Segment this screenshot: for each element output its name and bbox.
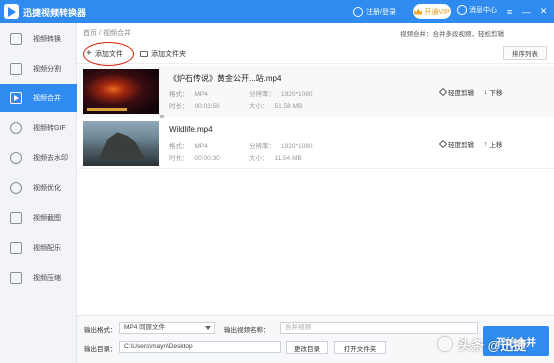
login-button[interactable]: 注册/登录 — [353, 5, 396, 18]
app-title: 迅捷视频转换器 — [23, 8, 87, 18]
open-folder-label: 打开文件夹 — [343, 345, 377, 353]
sidebar-item-video-screenshot[interactable]: 视频截图 — [0, 204, 77, 232]
output-dir-value: C:\Users\mayn\Desktop — [124, 343, 193, 350]
output-name-input[interactable]: 合并视频 — [280, 322, 478, 334]
sidebar-item-label: 视频合并 — [33, 95, 61, 102]
file-format: 格式： MP4 — [169, 143, 208, 150]
page-tip: 视频合并：合并多段视频，轻松剪辑 — [400, 31, 504, 38]
open-folder-button[interactable]: 打开文件夹 — [334, 341, 386, 354]
arrow-down-icon: ↓ — [484, 88, 488, 96]
highlight-circle — [83, 42, 134, 66]
message-label: 消息中心 — [469, 7, 497, 14]
folder-icon — [140, 50, 148, 57]
vip-button[interactable]: 开通VIP — [413, 4, 451, 19]
close-button[interactable]: ✕ — [537, 3, 550, 20]
output-format-label: 输出格式： — [84, 327, 117, 334]
file-resolution: 分辨率： 1920*1080 — [249, 143, 313, 150]
video-split-icon — [10, 63, 22, 75]
arrow-up-icon: ↑ — [484, 140, 488, 148]
scissors-icon — [438, 87, 448, 97]
sidebar-item-video-music[interactable]: 视频配乐 — [0, 234, 77, 262]
output-dir-field[interactable]: C:\Users\mayn\Desktop — [119, 341, 281, 353]
output-name-placeholder: 合并视频 — [285, 324, 311, 331]
move-up-button[interactable]: ↑ 上移 — [484, 139, 503, 150]
file-duration: 时长： 00:03:56 — [169, 103, 220, 110]
output-name-label: 输出视频名称： — [224, 327, 270, 334]
watermark-icon — [10, 152, 22, 164]
sort-label: 排序列表 — [512, 51, 538, 58]
sidebar-item-label: 视频优化 — [33, 185, 61, 192]
output-dir-label: 输出目录： — [84, 346, 117, 353]
sidebar-item-video-to-gif[interactable]: 视频转GIF — [0, 114, 77, 142]
user-icon — [353, 6, 363, 17]
sidebar-item-label: 视频转换 — [33, 36, 61, 43]
music-icon — [10, 242, 22, 254]
breadcrumb-home[interactable]: 首页 — [83, 30, 97, 37]
crown-icon — [414, 8, 423, 15]
video-merge-icon — [10, 92, 22, 104]
sidebar-item-remove-watermark[interactable]: 视频去水印 — [0, 144, 77, 172]
file-name: Wildlife.mp4 — [169, 125, 213, 134]
screenshot-icon — [10, 212, 22, 224]
output-format-select[interactable]: MP4 同原文件 — [119, 322, 215, 334]
close-icon: ✕ — [539, 6, 548, 16]
message-icon — [457, 5, 467, 15]
sidebar: 视频转换 视频分割 视频合并 视频转GIF 视频去水印 视频优化 视频截图 视频… — [0, 23, 77, 363]
login-label: 注册/登录 — [366, 8, 396, 16]
watermark-logo-icon — [438, 337, 452, 351]
breadcrumb-separator: / — [99, 30, 101, 37]
sidebar-item-video-compress[interactable]: 视频压缩 — [0, 264, 77, 292]
add-folder-label: 添加文件夹 — [151, 50, 186, 58]
sidebar-item-label: 视频转GIF — [33, 125, 66, 132]
file-size: 大小： 11.54 MB — [249, 155, 302, 162]
menu-icon: ≡ — [506, 6, 513, 17]
sort-list-button[interactable]: 排序列表 — [503, 46, 547, 60]
file-row[interactable]: Wildlife.mp4 格式： MP4 分辨率： 1920*1080 时长： 00:… — [79, 118, 554, 169]
file-row[interactable]: 《炉石传说》黄金公开...站.mp4 格式： MP4 分辨率： 1920*1080 … — [79, 66, 554, 117]
minimize-button[interactable]: — — [520, 3, 533, 20]
file-name: 《炉石传说》黄金公开...站.mp4 — [169, 74, 282, 83]
optimize-icon — [10, 182, 22, 194]
scissors-icon — [438, 139, 448, 149]
video-convert-icon — [10, 33, 22, 45]
vip-label: 开通VIP — [424, 8, 450, 16]
compress-icon — [10, 272, 22, 284]
video-thumbnail — [83, 121, 159, 166]
sidebar-item-video-merge[interactable]: 视频合并 — [0, 84, 77, 112]
file-actions: 轻度剪辑 ↓ 下移 — [438, 87, 503, 98]
move-down-button[interactable]: ↓ 下移 — [484, 87, 503, 98]
menu-button[interactable]: ≡ — [503, 3, 516, 20]
sidebar-item-label: 视频配乐 — [33, 245, 61, 252]
output-format-value: MP4 同原文件 — [124, 324, 166, 331]
gif-icon — [10, 122, 22, 134]
sidebar-item-label: 视频截图 — [33, 215, 61, 222]
change-dir-label: 更改目录 — [294, 345, 320, 353]
sidebar-item-label: 视频分割 — [33, 66, 61, 73]
light-edit-button[interactable]: 轻度剪辑 — [438, 139, 474, 149]
breadcrumb-current: 视频合并 — [102, 30, 131, 37]
file-actions: 轻度剪辑 ↑ 上移 — [438, 139, 503, 150]
sidebar-item-label: 视频去水印 — [33, 155, 68, 162]
message-center-button[interactable]: 消息中心 — [457, 5, 497, 15]
breadcrumb: 首页 / 视频合并 — [83, 28, 131, 38]
sidebar-item-label: 视频压缩 — [33, 275, 61, 282]
light-edit-button[interactable]: 轻度剪辑 — [438, 87, 474, 97]
change-dir-button[interactable]: 更改目录 — [286, 341, 328, 354]
chevron-down-icon — [205, 326, 211, 330]
sidebar-item-video-convert[interactable]: 视频转换 — [0, 25, 77, 53]
title-bar: 迅捷视频转换器 注册/登录 开通VIP 消息中心 ≡ — ✕ — [0, 0, 554, 23]
minimize-icon: — — [522, 6, 531, 17]
video-thumbnail — [83, 69, 159, 114]
file-duration: 时长： 00:00:30 — [169, 155, 220, 162]
watermark-text: 头条 @迅捷 — [458, 338, 527, 353]
sidebar-item-video-split[interactable]: 视频分割 — [0, 55, 77, 83]
app-logo-icon — [4, 4, 19, 19]
add-folder-button[interactable]: 添加文件夹 — [140, 46, 186, 61]
file-resolution: 分辨率： 1920*1080 — [249, 91, 313, 98]
file-size: 大小： 51.58 MB — [249, 103, 303, 110]
sidebar-item-video-optimize[interactable]: 视频优化 — [0, 174, 77, 202]
file-format: 格式： MP4 — [169, 91, 208, 98]
